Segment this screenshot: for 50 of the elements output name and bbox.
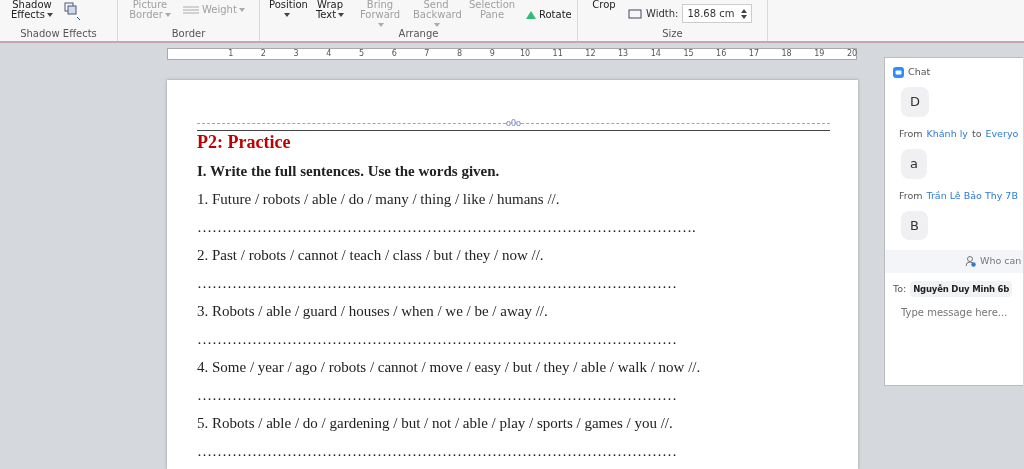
caret-icon [238,8,245,12]
width-label: Width: [646,7,679,21]
exercise-sentence: 5. Robots / able / do / gardening / but / not / able / play / sports / games / you //. [197,414,674,433]
caret-icon [378,23,384,27]
person-icon [965,254,976,269]
message-bubble: B [901,210,928,241]
caret-icon [284,13,290,17]
answer-line: …………………………………………………………………………………… [197,330,678,349]
who-can-text: Who can [980,254,1022,269]
section-heading: P2: Practice [197,131,292,153]
ruler: 1 2 3 4 5 6 7 8 9 10 11 12 13 14 15 16 17 18 19 20 [167,48,857,60]
line-weight-icon [183,6,199,14]
answer-line: ………………………………………………………………………………………. [197,218,697,237]
caret-icon [338,13,345,17]
exercise-sentence: 1. Future / robots / able / do / many / thing / like / humans //. [197,190,561,209]
caret-icon [47,13,53,17]
exercise-sentence: 2. Past / robots / cannot / teach / class / but / they / now //. [197,246,545,265]
message-bubble: D [901,87,929,117]
recipient-dropdown[interactable]: Nguyễn Duy Minh 6b [910,280,1013,298]
chat-title: Chat [908,65,931,79]
ribbon-button[interactable]: Rotate [522,10,571,20]
recipient-name[interactable]: Everyo [985,126,1019,141]
ribbon-button[interactable]: Position [266,0,306,20]
caret-icon [164,13,171,17]
from-label: From [899,126,923,141]
sender-name[interactable]: Trần Lê Bảo Thy 7B [926,188,1018,203]
caret-icon [434,23,440,27]
sender-name[interactable]: Khánh ly [926,126,968,141]
width-spinner[interactable]: 18.68 cm [682,4,753,23]
exercise-sentence: 3. Robots / able / guard / houses / when / we / be / away //. [197,302,549,321]
to-label: To: [893,281,907,296]
rotate-icon [525,10,537,20]
group-label: Border [170,28,207,41]
from-label: From [899,188,923,203]
ribbon-button[interactable]: Shadow Effects [6,0,58,20]
group-label: Arrange [397,28,440,41]
to-label: to [971,126,982,141]
answer-line: …………………………………………………………………………………… [197,386,678,405]
message-bubble: a [901,149,927,179]
instruction-text: I. Write the full sentences. Use the words given. [197,162,501,181]
ribbon-button[interactable]: Crop [584,0,624,10]
answer-line: …………………………………………………………………………………… [197,274,678,293]
exercise-sentence: 4. Some / year / ago / robots / cannot / move / easy / but / they / able / walk / now //. [197,358,702,377]
group-label: Size [661,28,684,41]
divider-ornament: o0o [506,118,521,128]
answer-line: …………………………………………………………………………………… [197,442,678,461]
group-label: Shadow Effects [19,28,98,41]
ribbon-button[interactable]: Wrap Text [310,0,350,20]
chat-icon [893,65,904,80]
width-icon [628,6,642,21]
